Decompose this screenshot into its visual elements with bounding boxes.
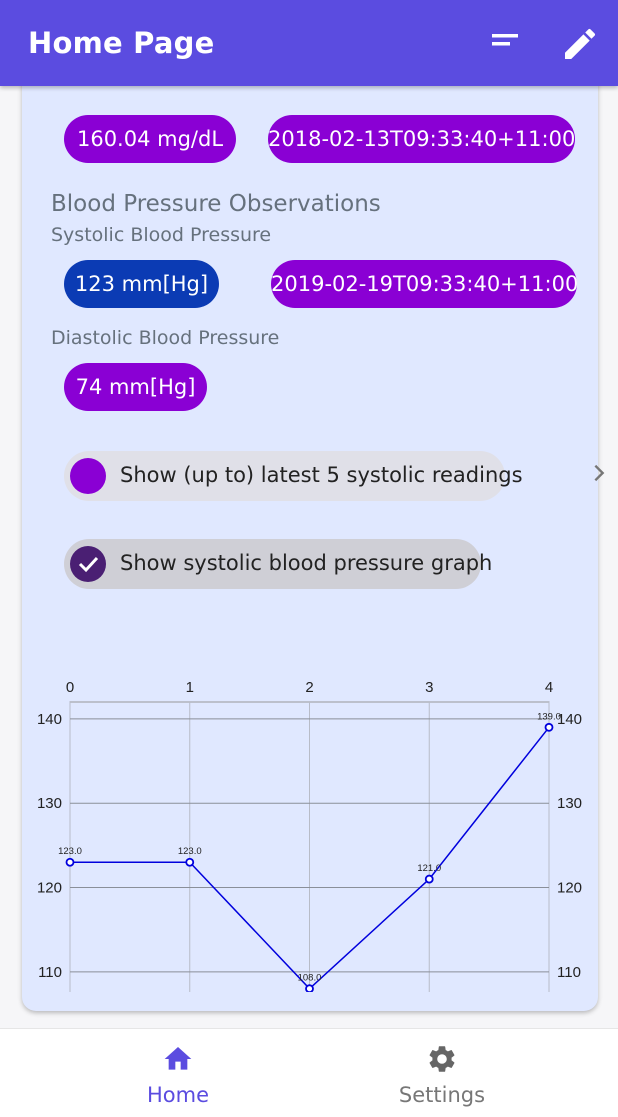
y-tick-label-left: 120 xyxy=(37,880,62,897)
data-label: 121.0 xyxy=(417,863,441,874)
y-tick-label-right: 110 xyxy=(557,964,581,981)
data-label: 123.0 xyxy=(58,846,82,857)
home-icon xyxy=(164,1047,192,1070)
latest-readings-label: Show (up to) latest 5 systolic readings xyxy=(120,463,523,487)
data-label: 139.0 xyxy=(537,711,561,722)
y-tick-label-left: 140 xyxy=(37,711,62,728)
checkmark-icon xyxy=(78,556,99,573)
toggle-unchecked-indicator xyxy=(70,458,106,494)
y-tick-label-left: 110 xyxy=(38,964,62,981)
data-point xyxy=(185,857,195,867)
pencil-icon xyxy=(565,28,596,59)
glucose-value-chip: 160.04 mg/dL xyxy=(64,115,236,163)
data-point xyxy=(65,857,75,867)
x-tick-label: 1 xyxy=(186,679,194,696)
nav-settings[interactable]: Settings xyxy=(362,1029,522,1117)
sort-button[interactable] xyxy=(486,24,526,64)
observations-card: 160.04 mg/dL 2018-02-13T09:33:40+11:00 B… xyxy=(22,86,605,1011)
x-tick-label: 2 xyxy=(305,679,313,696)
x-tick-label: 4 xyxy=(545,679,553,696)
y-tick-label-left: 130 xyxy=(37,795,62,812)
systolic-value-chip: 123 mm[Hg] xyxy=(64,260,219,308)
data-point xyxy=(544,722,554,732)
diastolic-value-chip: 74 mm[Hg] xyxy=(64,363,207,411)
content-area[interactable]: 160.04 mg/dL 2018-02-13T09:33:40+11:00 B… xyxy=(0,86,618,1028)
edit-button[interactable] xyxy=(560,24,600,64)
data-label: 108.0 xyxy=(298,973,322,984)
diastolic-label: Diastolic Blood Pressure xyxy=(51,327,280,349)
data-label: 123.0 xyxy=(178,846,202,857)
systolic-date-chip: 2019-02-19T09:33:40+11:00 xyxy=(271,260,578,308)
chevron-right-icon[interactable] xyxy=(588,462,610,484)
graph-toggle[interactable]: Show systolic blood pressure graph xyxy=(64,539,492,589)
latest-readings-toggle[interactable]: Show (up to) latest 5 systolic readings xyxy=(64,451,523,501)
sort-icon xyxy=(492,34,518,46)
blood-pressure-title: Blood Pressure Observations xyxy=(51,191,381,217)
toggle-checked-indicator xyxy=(70,546,106,582)
systolic-label: Systolic Blood Pressure xyxy=(51,224,272,246)
y-tick-label-right: 130 xyxy=(557,795,582,812)
bottom-navigation: Home Settings xyxy=(0,1028,618,1117)
gear-icon xyxy=(429,1046,455,1072)
glucose-date-chip: 2018-02-13T09:33:40+11:00 xyxy=(268,115,575,163)
nav-home[interactable]: Home xyxy=(98,1029,258,1117)
nav-settings-label: Settings xyxy=(398,1083,486,1107)
x-tick-label: 3 xyxy=(425,679,433,696)
x-tick-label: 0 xyxy=(66,679,74,696)
data-point xyxy=(424,874,434,884)
graph-toggle-label: Show systolic blood pressure graph xyxy=(120,551,493,575)
systolic-chart: 0 1 2 3 4110 110120 120130 130140 140123.0 123.01… xyxy=(37,679,582,992)
nav-home-label: Home xyxy=(146,1083,209,1107)
data-point xyxy=(305,984,314,992)
page-title: Home Page xyxy=(28,26,215,60)
y-tick-label-right: 120 xyxy=(557,880,582,897)
app-bar: Home Page xyxy=(0,0,618,86)
